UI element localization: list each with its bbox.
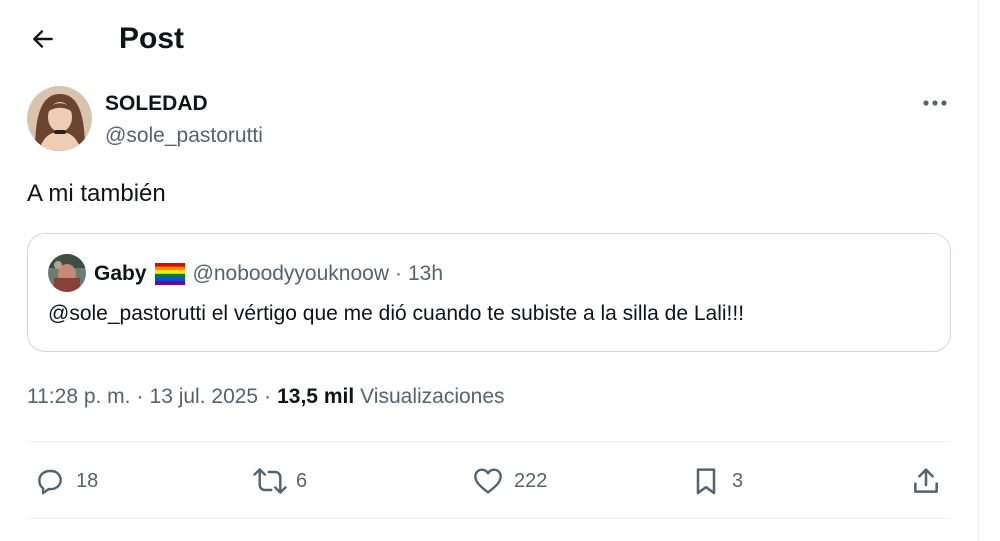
quote-author-handle[interactable]: @noboodyyouknoow	[193, 260, 389, 288]
rainbow-flag-icon	[154, 263, 185, 285]
share-button[interactable]	[908, 462, 944, 500]
heart-icon	[474, 468, 502, 494]
like-count: 222	[514, 469, 548, 492]
share-icon	[914, 468, 938, 493]
divider	[27, 518, 951, 519]
meta-separator: ·	[264, 385, 272, 408]
quote-avatar[interactable]	[48, 254, 86, 292]
views-count: 13,5 mil	[277, 385, 355, 408]
quote-separator: ·	[395, 262, 402, 285]
reply-icon	[38, 469, 62, 495]
divider	[27, 441, 951, 442]
repost-icon	[253, 468, 287, 494]
more-dots-icon	[923, 100, 947, 106]
quote-timestamp[interactable]: 13h	[408, 260, 443, 288]
bookmark-button[interactable]: 3	[690, 462, 743, 500]
page-title: Post	[119, 22, 185, 55]
reply-button[interactable]: 18	[34, 462, 98, 500]
repost-button[interactable]: 6	[252, 462, 307, 500]
reply-count: 18	[76, 469, 99, 492]
meta-separator: ·	[136, 385, 144, 408]
quote-author-name[interactable]: Gaby	[94, 260, 147, 288]
repost-count: 6	[296, 469, 308, 492]
like-button[interactable]: 222	[472, 462, 547, 500]
quote-text: @sole_pastorutti el vértigo que me dió c…	[48, 302, 745, 325]
author-handle[interactable]: @sole_pastorutti	[105, 122, 263, 150]
arrow-left-icon	[33, 30, 53, 48]
post-text: A mi también	[27, 180, 166, 207]
post-meta: 11:28 p. m. · 13 jul. 2025 · 13,5 mil Vi…	[27, 383, 505, 411]
views-label: Visualizaciones	[360, 385, 505, 408]
post-time[interactable]: 11:28 p. m.	[27, 383, 131, 411]
back-button[interactable]	[22, 20, 64, 58]
post-detail-panel: Post SOLEDAD @sole_pastorutti A mi tambi…	[0, 0, 979, 541]
quote-header: Gaby @noboodyyouknoow · 13h	[94, 260, 443, 288]
bookmark-count: 3	[732, 469, 744, 492]
quoted-post[interactable]: Gaby @noboodyyouknoow · 13h @sole_pastor…	[27, 233, 951, 352]
more-options-button[interactable]	[915, 88, 955, 118]
avatar[interactable]	[27, 86, 92, 151]
bookmark-icon	[696, 468, 716, 495]
author-name[interactable]: SOLEDAD	[105, 90, 208, 118]
post-date[interactable]: 13 jul. 2025	[150, 383, 259, 411]
